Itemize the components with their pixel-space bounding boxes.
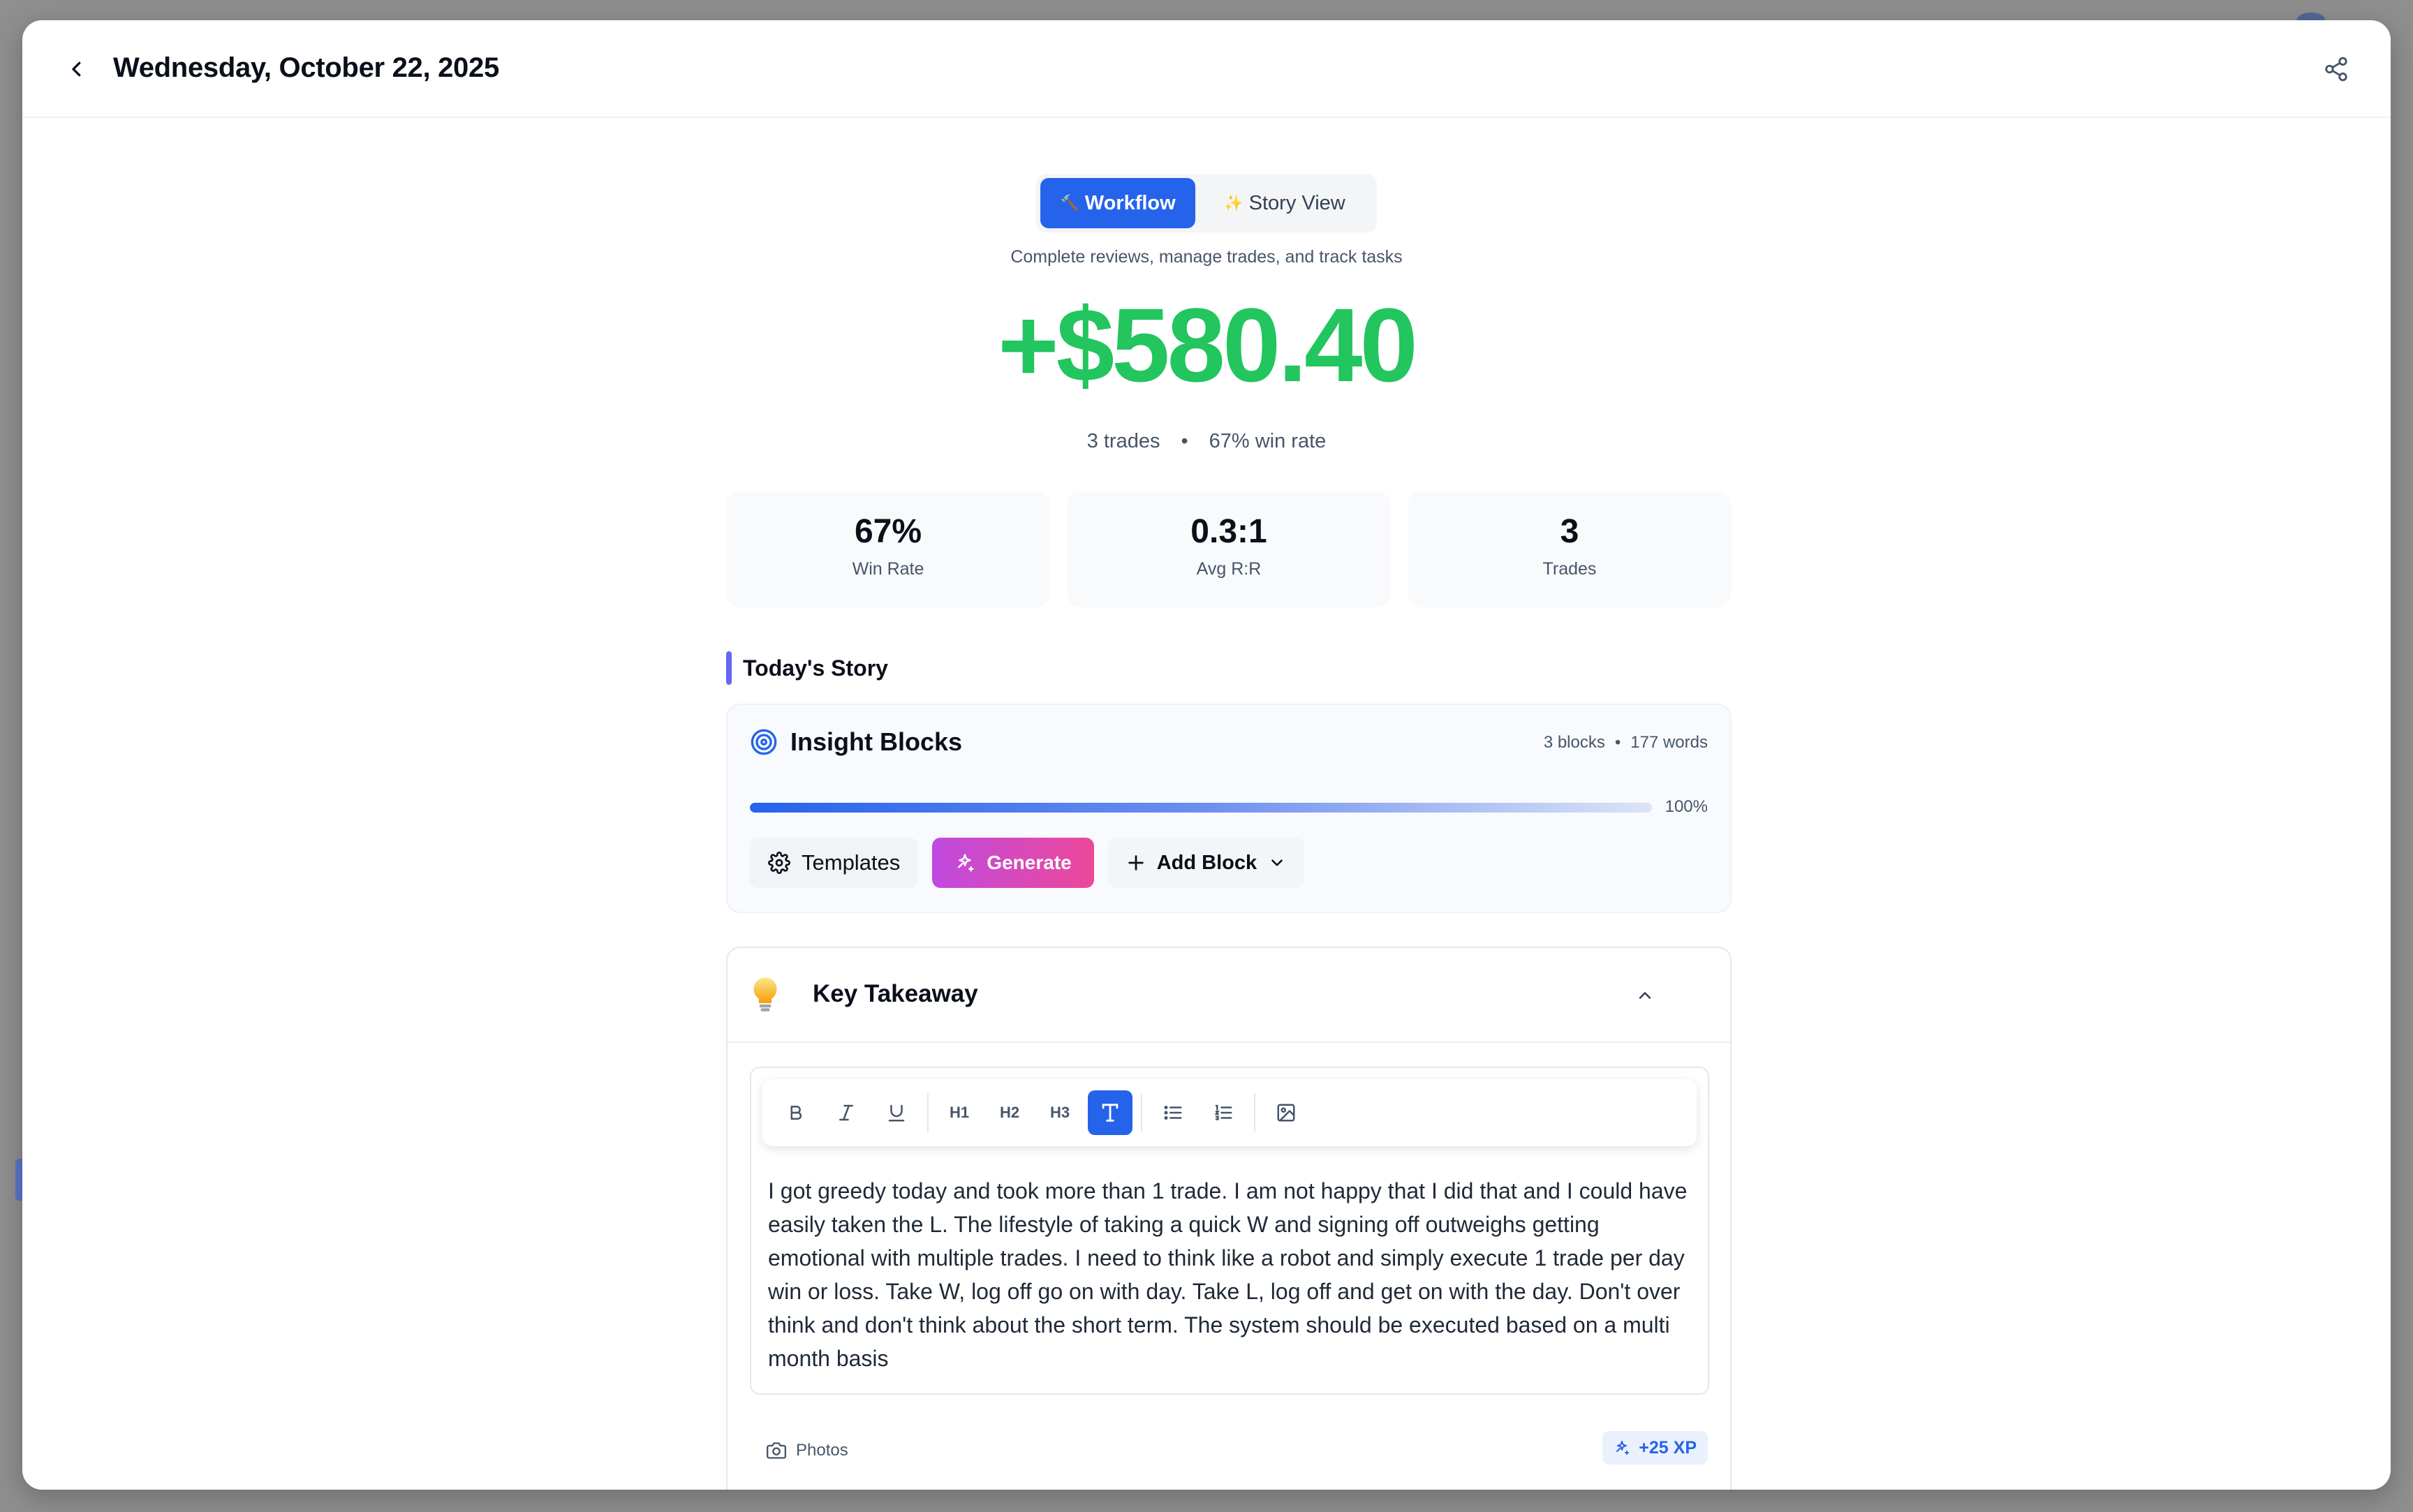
- numbered-list-button[interactable]: [1201, 1090, 1246, 1135]
- underline-button[interactable]: [874, 1090, 919, 1135]
- insight-blocks-title: Insight Blocks: [750, 727, 962, 757]
- templates-button[interactable]: Templates: [750, 838, 919, 888]
- key-takeaway-title: Key Takeaway: [813, 980, 978, 1007]
- key-takeaway-header[interactable]: Key Takeaway: [728, 948, 1730, 1043]
- key-takeaway-block: Key Takeaway H1 H2 H3 I got greedy today…: [726, 947, 1732, 1490]
- text-type-icon: [1102, 1104, 1119, 1122]
- add-block-button[interactable]: Add Block: [1107, 838, 1305, 888]
- hammer-icon: 🔨: [1060, 194, 1079, 212]
- daily-journal-modal: Wednesday, October 22, 2025 🔨 Workflow ✨…: [22, 20, 2391, 1490]
- stat-label: Win Rate: [852, 559, 924, 579]
- plus-icon: [1128, 855, 1144, 870]
- toolbar-divider: [1254, 1093, 1255, 1132]
- stats-row: 67% Win Rate 0.3:1 Avg R:R 3 Trades: [726, 491, 1732, 607]
- back-button[interactable]: [59, 51, 95, 87]
- insert-image-button[interactable]: [1264, 1090, 1308, 1135]
- page-title: Wednesday, October 22, 2025: [113, 52, 499, 83]
- takeaway-text[interactable]: I got greedy today and took more than 1 …: [768, 1174, 1697, 1375]
- camera-icon: [767, 1442, 786, 1459]
- meta-separator: •: [1181, 430, 1188, 452]
- gear-icon: [768, 852, 790, 874]
- modal-header: Wednesday, October 22, 2025: [22, 20, 2391, 118]
- pnl-meta: 3 trades • 67% win rate: [22, 430, 2391, 453]
- underline-icon: [888, 1104, 905, 1122]
- italic-button[interactable]: [824, 1090, 869, 1135]
- photos-button[interactable]: Photos: [767, 1441, 848, 1460]
- workflow-tab-label: Workflow: [1084, 191, 1176, 214]
- bullet-list-button[interactable]: [1151, 1090, 1195, 1135]
- numbered-list-icon: [1214, 1104, 1232, 1120]
- story-view-tab[interactable]: ✨ Story View: [1201, 178, 1368, 228]
- daily-pnl: +$580.40: [998, 286, 1418, 403]
- chevron-left-icon: [72, 61, 81, 77]
- insight-actions: Templates Generate Add Block: [750, 838, 1305, 888]
- sparkle-wand-icon: [1616, 1441, 1630, 1455]
- lightbulb-icon: [753, 977, 777, 1011]
- bold-icon: [790, 1106, 802, 1120]
- heading-2-button[interactable]: H2: [987, 1090, 1032, 1135]
- heading-1-button[interactable]: H1: [937, 1090, 982, 1135]
- win-rate-text: 67% win rate: [1209, 430, 1327, 452]
- todays-story-heading: Today's Story: [726, 651, 888, 685]
- generate-label: Generate: [987, 852, 1072, 873]
- blocks-count: 3 blocks: [1543, 733, 1605, 752]
- insight-blocks-panel: Insight Blocks 3 blocks • 177 words 100% T…: [726, 704, 1732, 913]
- heading-1-label: H1: [949, 1104, 970, 1121]
- stat-card-avg-rr: 0.3:1 Avg R:R: [1067, 491, 1391, 607]
- photos-label: Photos: [796, 1441, 848, 1460]
- story-view-tab-label: Story View: [1248, 191, 1345, 214]
- xp-label: +25 XP: [1639, 1437, 1697, 1458]
- templates-label: Templates: [802, 850, 901, 875]
- heading-3-label: H3: [1049, 1104, 1070, 1121]
- completion-progress-bar: [750, 803, 1652, 813]
- stat-label: Avg R:R: [1196, 559, 1262, 579]
- view-description: Complete reviews, manage trades, and tra…: [1010, 247, 1403, 267]
- progress-fill: [750, 803, 1652, 813]
- stat-value: 3: [1560, 513, 1579, 550]
- word-count: 177 words: [1630, 733, 1708, 752]
- add-block-label: Add Block: [1156, 851, 1257, 874]
- insight-blocks-label: Insight Blocks: [790, 727, 963, 756]
- heading-2-label: H2: [999, 1104, 1020, 1121]
- section-accent-bar: [726, 651, 732, 685]
- stat-value: 0.3:1: [1190, 513, 1267, 550]
- insight-meta: 3 blocks • 177 words: [1544, 733, 1708, 753]
- modal-content: 🔨 Workflow ✨ Story View Complete reviews…: [22, 118, 2391, 1490]
- heading-3-button[interactable]: H3: [1038, 1090, 1082, 1135]
- view-toggle: 🔨 Workflow ✨ Story View: [1036, 174, 1377, 232]
- bold-button[interactable]: [774, 1090, 818, 1135]
- bullet-list-icon: [1164, 1106, 1182, 1120]
- chevron-down-icon: [1271, 859, 1283, 866]
- collapse-button[interactable]: [1630, 980, 1660, 1011]
- share-button[interactable]: [2318, 51, 2354, 87]
- paragraph-button[interactable]: [1088, 1090, 1132, 1135]
- rich-text-editor: H1 H2 H3 I got greedy today and took mor…: [750, 1067, 1709, 1395]
- meta-separator: •: [1614, 733, 1621, 752]
- share-icon: [2325, 57, 2347, 82]
- sparkle-wand-icon: [958, 854, 974, 872]
- stat-label: Trades: [1542, 559, 1597, 579]
- toolbar-divider: [927, 1093, 929, 1132]
- sparkles-icon: ✨: [1224, 194, 1244, 212]
- workflow-tab[interactable]: 🔨 Workflow: [1040, 178, 1195, 228]
- progress-percent: 100%: [1665, 797, 1708, 816]
- xp-badge: +25 XP: [1602, 1431, 1708, 1465]
- trades-count: 3 trades: [1086, 430, 1160, 452]
- editor-toolbar: H1 H2 H3: [762, 1079, 1697, 1146]
- target-icon: [751, 729, 777, 755]
- section-title: Today's Story: [743, 655, 888, 681]
- generate-button[interactable]: Generate: [932, 838, 1094, 888]
- stat-value: 67%: [854, 513, 922, 550]
- stat-card-win-rate: 67% Win Rate: [726, 491, 1050, 607]
- image-icon: [1277, 1104, 1295, 1122]
- toolbar-divider: [1141, 1093, 1142, 1132]
- italic-icon: [839, 1104, 853, 1121]
- chevron-up-icon: [1639, 992, 1651, 999]
- stat-card-trades: 3 Trades: [1408, 491, 1732, 607]
